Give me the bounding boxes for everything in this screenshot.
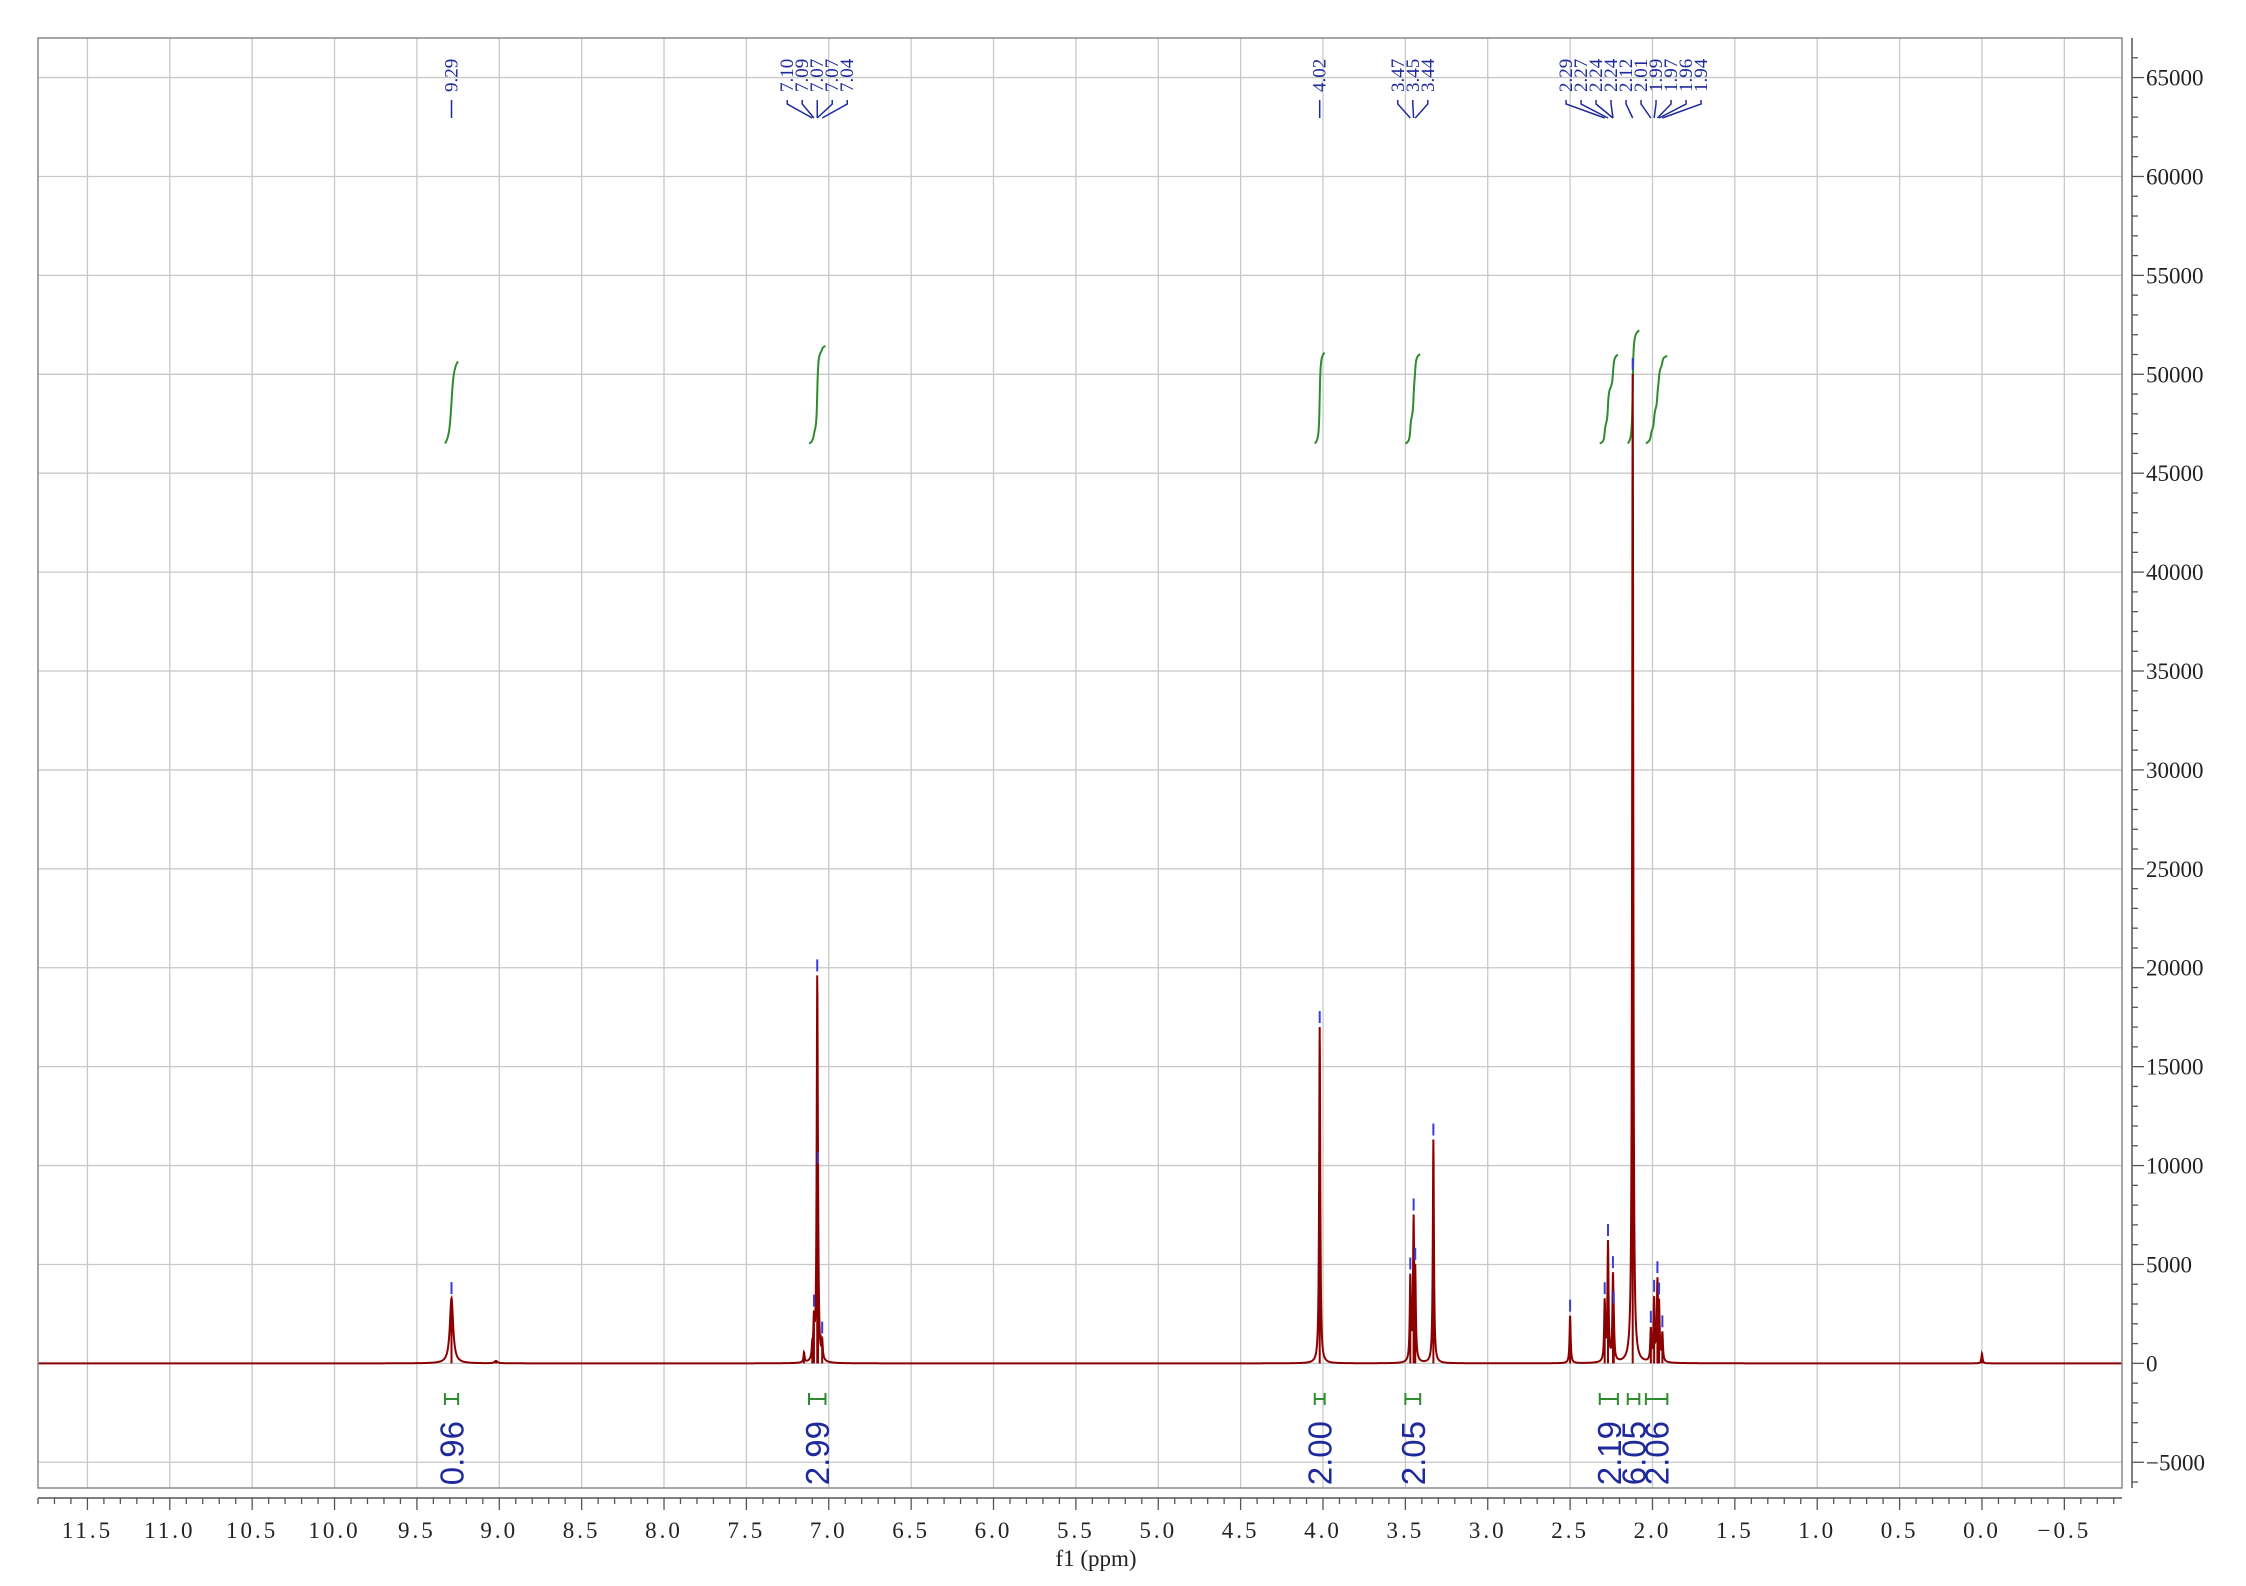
x-axis-title: f1 (ppm) [1055, 1546, 1136, 1571]
integral-label: 2.00 [1302, 1421, 1339, 1485]
x-tick-label: 6.5 [892, 1518, 930, 1543]
y-tick-label: 5000 [2146, 1252, 2192, 1277]
y-tick-label: 35000 [2146, 659, 2204, 684]
y-tick-label: 50000 [2146, 362, 2204, 387]
x-tick-label: −0.5 [2037, 1518, 2091, 1543]
y-tick-label: 45000 [2146, 461, 2204, 486]
x-tick-label: 7.0 [810, 1518, 848, 1543]
x-tick-label: 10.0 [308, 1518, 360, 1543]
x-tick-label: 3.0 [1469, 1518, 1507, 1543]
integral-label: 2.06 [1639, 1421, 1676, 1485]
x-tick-label: 4.5 [1222, 1518, 1260, 1543]
x-tick-label: 1.5 [1716, 1518, 1754, 1543]
x-tick-label: 5.5 [1057, 1518, 1095, 1543]
x-tick-label: 10.5 [226, 1518, 278, 1543]
integral-label: 0.96 [434, 1421, 471, 1485]
x-tick-label: 3.5 [1386, 1518, 1424, 1543]
peak-label: 3.44 [1418, 58, 1439, 92]
x-tick-label: 6.0 [975, 1518, 1013, 1543]
x-tick-label: 0.0 [1963, 1518, 2001, 1543]
peak-label: 9.29 [442, 59, 463, 92]
peak-label-leader [1412, 100, 1415, 119]
x-tick-label: 2.0 [1634, 1518, 1672, 1543]
x-tick-label: 8.5 [563, 1518, 601, 1543]
peak-label: 4.02 [1310, 59, 1331, 92]
peak-label: 1.94 [1691, 58, 1712, 92]
y-tick-label: 30000 [2146, 758, 2204, 783]
x-tick-label: 5.0 [1139, 1518, 1177, 1543]
x-tick-label: 9.5 [398, 1518, 436, 1543]
y-tick-label: 55000 [2146, 263, 2204, 288]
chart-background [0, 0, 2246, 1586]
y-tick-label: 0 [2146, 1351, 2158, 1376]
x-tick-label: 11.0 [144, 1518, 195, 1543]
x-tick-label: 0.5 [1881, 1518, 1919, 1543]
x-tick-label: 9.0 [480, 1518, 518, 1543]
y-tick-label: 15000 [2146, 1055, 2204, 1080]
integral-label: 2.99 [799, 1421, 836, 1485]
y-tick-label: 65000 [2146, 66, 2204, 91]
peak-label: 7.04 [837, 58, 858, 92]
x-tick-label: 11.5 [62, 1518, 113, 1543]
y-tick-label: 40000 [2146, 560, 2204, 585]
y-tick-label: 20000 [2146, 956, 2204, 981]
y-tick-label: 10000 [2146, 1154, 2204, 1179]
x-tick-label: 1.0 [1798, 1518, 1836, 1543]
x-tick-label: 8.0 [645, 1518, 683, 1543]
y-tick-label: 60000 [2146, 164, 2204, 189]
x-tick-label: 2.5 [1551, 1518, 1589, 1543]
y-tick-label: −5000 [2146, 1450, 2205, 1475]
x-tick-label: 7.5 [728, 1518, 766, 1543]
integral-label: 2.05 [1395, 1421, 1432, 1485]
y-tick-label: 25000 [2146, 857, 2204, 882]
x-tick-label: 4.0 [1304, 1518, 1342, 1543]
nmr-spectrum-chart: 9.29 7.107.097.077.077.04 4.02 3.473.453.44… [0, 0, 2246, 1586]
